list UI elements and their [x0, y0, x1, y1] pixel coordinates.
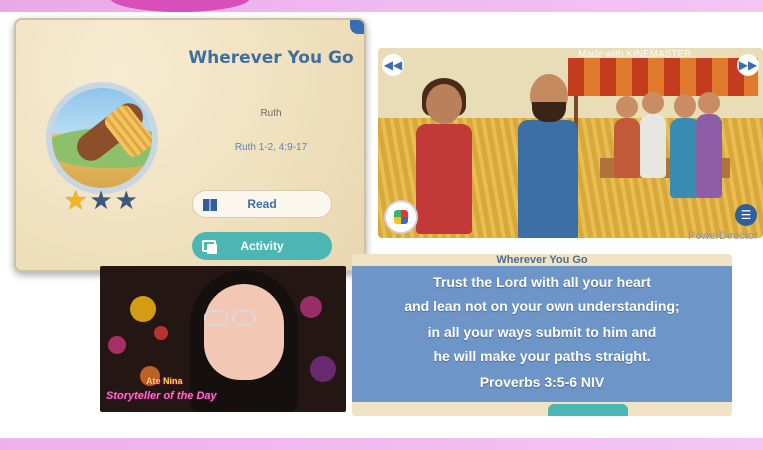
rewind-icon[interactable]: ◀◀	[382, 54, 404, 76]
story-character: Ruth	[260, 108, 282, 119]
storyteller-face	[204, 284, 284, 380]
top-decorative-band	[0, 0, 763, 12]
activity-tab[interactable]	[548, 404, 628, 416]
star-filled-icon: ★	[64, 186, 88, 216]
star-empty-icon: ★	[89, 186, 113, 216]
swirl-decoration	[110, 0, 250, 12]
verse-citation: Proverbs 3:5-6 NIV	[479, 374, 605, 390]
storyteller-name: Ate Nina	[146, 376, 183, 386]
app-logo	[384, 200, 418, 234]
kinemaster-watermark: Made with KINEMASTER	[578, 49, 692, 60]
activity-icon	[202, 240, 217, 254]
story-video-frame[interactable]: Made with KINEMASTER ◀◀ ▶▶ ☰	[378, 48, 763, 238]
verse-line: in all your ways submit to him and	[427, 324, 657, 340]
star-empty-icon: ★	[114, 186, 138, 216]
verse-line: and lean not on your own understanding;	[404, 298, 680, 314]
bottom-decorative-band	[0, 438, 763, 450]
menu-icon[interactable]: ☰	[735, 204, 757, 226]
activity-button[interactable]: Activity	[192, 232, 332, 260]
market-tent-illustration	[568, 58, 758, 96]
scripture-reference: Ruth 1-2, 4:9-17	[234, 142, 308, 153]
storyteller-camera: Ate Nina Storyteller of the Day	[100, 266, 346, 412]
boaz-figure	[518, 74, 578, 238]
book-icon	[203, 199, 217, 211]
glasses	[200, 310, 258, 328]
fast-forward-icon[interactable]: ▶▶	[737, 54, 759, 76]
story-title: Wherever You Go	[188, 48, 354, 68]
powerdirector-watermark: PowerDirector	[688, 230, 758, 242]
read-button[interactable]: Read	[192, 190, 332, 218]
close-icon[interactable]	[350, 20, 364, 34]
memory-verse-panel: Wherever You Go Trust the Lord with all …	[352, 254, 732, 416]
verse-line: Trust the Lord with all your heart	[433, 274, 651, 290]
verse-line: he will make your paths straight.	[433, 348, 651, 364]
verse-header: Wherever You Go	[496, 254, 588, 266]
story-emblem-image	[46, 82, 158, 194]
star-rating: ★ ★ ★	[64, 188, 138, 214]
storyteller-role: Storyteller of the Day	[106, 390, 217, 402]
story-card: ★ ★ ★ Wherever You Go Ruth Ruth 1-2, 4:9…	[14, 18, 366, 272]
ruth-figure	[416, 78, 472, 234]
